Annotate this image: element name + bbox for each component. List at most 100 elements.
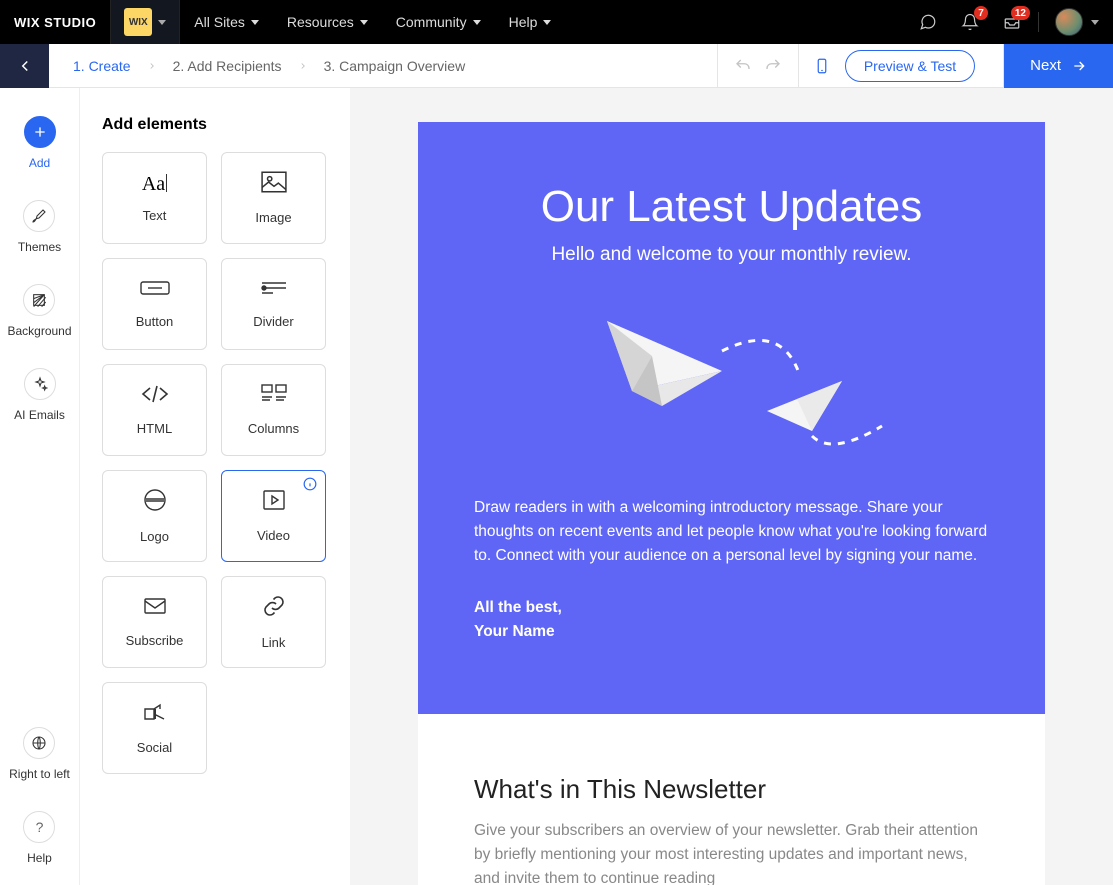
image-icon [261,171,287,198]
nav-help[interactable]: Help [495,0,566,44]
element-label: Social [137,740,172,755]
site-switcher[interactable]: WIX [110,0,180,44]
rail-label: Background [7,324,71,338]
device-group: Preview & Test [799,44,1004,88]
element-text[interactable]: AaText [102,152,207,244]
brush-icon [23,200,55,232]
chat-icon [919,13,937,31]
columns-icon [261,384,287,409]
back-button[interactable] [0,44,49,88]
arrow-left-icon [16,57,34,75]
element-label: Logo [140,529,169,544]
nav-resources[interactable]: Resources [273,0,382,44]
rail-label: Right to left [9,767,70,781]
elements-grid: AaText Image Button Divider HTMLColumns Logo V… [102,152,326,774]
inbox-button[interactable]: 12 [992,0,1032,44]
chevron-down-icon [158,20,166,25]
top-right: 7 12 [908,0,1113,44]
body-paragraph: Draw readers in with a welcoming introdu… [474,496,989,568]
element-label: Image [255,210,291,225]
content-section[interactable]: What's in This Newsletter Give your subs… [418,714,1045,885]
undo-icon[interactable] [734,57,752,75]
section-title[interactable]: What's in This Newsletter [474,774,989,805]
step-bar: 1. Create 2. Add Recipients 3. Campaign … [0,44,1113,88]
next-label: Next [1030,57,1061,74]
element-image[interactable]: Image [221,152,326,244]
chat-button[interactable] [908,0,948,44]
element-button[interactable]: Button [102,258,207,350]
element-social[interactable]: Social [102,682,207,774]
text-icon: Aa [142,173,167,196]
rail-ai-emails[interactable]: AI Emails [14,368,65,422]
element-label: Button [136,314,174,329]
notif-badge: 7 [974,6,988,20]
step-overview[interactable]: 3. Campaign Overview [324,58,466,74]
main: Add Themes Background AI Emails [0,88,1113,885]
element-label: Divider [253,314,293,329]
brand-logo[interactable]: WIX STUDIO [0,0,110,44]
element-divider[interactable]: Divider [221,258,326,350]
plus-icon [24,116,56,148]
subscribe-icon [143,596,167,621]
texture-icon [23,284,55,316]
brand-text: WIX STUDIO [14,15,96,30]
hero-section: Our Latest Updates Hello and welcome to … [418,122,1045,714]
chevron-right-icon [298,61,308,71]
wix-icon: WIX [124,8,152,36]
html-icon [141,384,169,409]
hero-body[interactable]: Draw readers in with a welcoming introdu… [418,496,1045,674]
rail-themes[interactable]: Themes [18,200,61,254]
paper-plane-icon [552,291,912,471]
steps: 1. Create 2. Add Recipients 3. Campaign … [49,58,465,74]
step-right: Preview & Test Next [717,44,1113,88]
video-icon [262,489,286,516]
social-icon [142,701,168,728]
preview-button[interactable]: Preview & Test [845,50,975,82]
rail-help[interactable]: ? Help [23,811,55,865]
redo-icon[interactable] [764,57,782,75]
rail-background[interactable]: Background [7,284,71,338]
element-link[interactable]: Link [221,576,326,668]
mobile-icon[interactable] [813,57,831,75]
element-html[interactable]: HTML [102,364,207,456]
element-subscribe[interactable]: Subscribe [102,576,207,668]
element-label: Video [257,528,290,543]
inbox-badge: 12 [1011,6,1030,20]
arrow-right-icon [1071,58,1087,74]
step-create[interactable]: 1. Create [73,58,131,74]
email-preview[interactable]: Our Latest Updates Hello and welcome to … [418,122,1045,851]
element-logo[interactable]: Logo [102,470,207,562]
next-button[interactable]: Next [1004,44,1113,88]
hero-subtitle[interactable]: Hello and welcome to your monthly review… [418,244,1045,266]
chevron-down-icon [360,20,368,25]
canvas[interactable]: Our Latest Updates Hello and welcome to … [350,88,1113,885]
element-label: Subscribe [126,633,184,648]
avatar[interactable] [1055,8,1083,36]
rail-add[interactable]: Add [24,116,56,170]
top-bar: WIX STUDIO WIX All Sites Resources Commu… [0,0,1113,44]
separator [1038,12,1039,32]
notifications-button[interactable]: 7 [950,0,990,44]
chevron-down-icon [251,20,259,25]
element-columns[interactable]: Columns [221,364,326,456]
rail-rtl[interactable]: Right to left [9,727,70,781]
chevron-down-icon [473,20,481,25]
signoff-line2: Your Name [474,620,989,644]
nav-all-sites[interactable]: All Sites [180,0,273,44]
panel-title: Add elements [102,116,326,134]
link-icon [262,594,286,623]
element-video[interactable]: Video [221,470,326,562]
info-icon[interactable] [303,477,317,496]
chevron-right-icon [147,61,157,71]
question-icon: ? [23,811,55,843]
elements-panel: Add elements AaText Image Button Divider HTM… [80,88,350,885]
signoff-line1: All the best, [474,596,989,620]
element-label: Link [262,635,286,650]
step-recipients[interactable]: 2. Add Recipients [173,58,282,74]
nav-community[interactable]: Community [382,0,495,44]
hero-image[interactable] [418,266,1045,496]
logo-icon [143,488,167,517]
hero-title[interactable]: Our Latest Updates [418,182,1045,232]
section-body[interactable]: Give your subscribers an overview of you… [474,819,989,885]
rail-label: AI Emails [14,408,65,422]
